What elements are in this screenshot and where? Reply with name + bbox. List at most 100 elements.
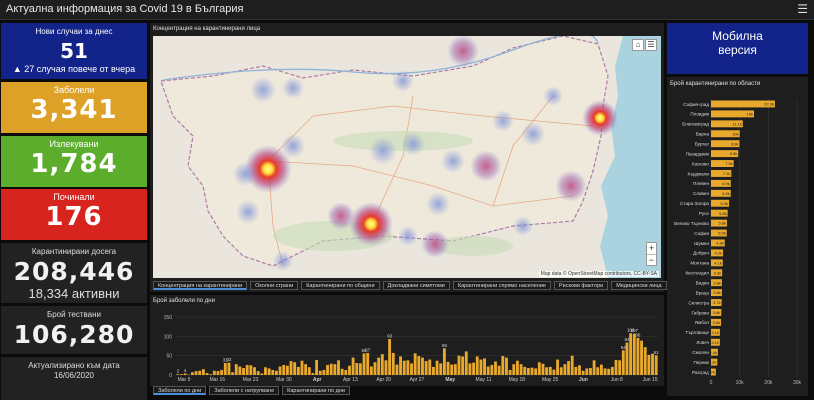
daily-bar[interactable] (191, 372, 194, 375)
daily-bar[interactable] (578, 365, 581, 375)
daily-bar[interactable] (318, 370, 322, 375)
daily-bar[interactable] (625, 342, 629, 375)
daily-bar[interactable] (574, 366, 578, 375)
daily-bar[interactable] (227, 362, 231, 375)
daily-bar[interactable] (621, 350, 625, 375)
zoom-out-button[interactable]: − (647, 254, 656, 265)
daily-bar[interactable] (296, 366, 300, 375)
daily-bar[interactable] (599, 364, 603, 375)
daily-bar[interactable] (395, 364, 399, 375)
daily-bar[interactable] (311, 373, 315, 375)
daily-bar[interactable] (289, 361, 293, 375)
daily-bar[interactable] (278, 366, 282, 375)
daily-bar[interactable] (256, 371, 260, 375)
daily-bar[interactable] (464, 351, 468, 375)
daily-bar[interactable] (654, 355, 658, 375)
daily-bar[interactable] (483, 358, 486, 375)
daily-bar[interactable] (424, 361, 428, 375)
daily-bar[interactable] (220, 369, 224, 375)
daily-bar[interactable] (391, 352, 395, 375)
daily-bar[interactable] (205, 373, 209, 375)
daily-bar[interactable] (380, 354, 384, 375)
daily-bar[interactable] (417, 356, 421, 375)
daily-bar[interactable] (388, 339, 392, 375)
daily-bar[interactable] (589, 368, 592, 375)
daily-bar[interactable] (369, 366, 373, 375)
daily-bar[interactable] (552, 369, 556, 375)
daily-bar[interactable] (304, 364, 308, 375)
daily-bar[interactable] (274, 370, 278, 375)
daily-bar[interactable] (651, 353, 654, 375)
daily-bar[interactable] (348, 365, 351, 375)
daily-bar[interactable] (223, 363, 227, 375)
daily-bar[interactable] (453, 364, 457, 375)
daily-bar[interactable] (501, 356, 505, 375)
daily-bar[interactable] (267, 368, 271, 375)
daily-bar[interactable] (340, 368, 344, 375)
daily-bar[interactable] (548, 366, 552, 375)
daily-bar[interactable] (512, 364, 516, 375)
daily-bar[interactable] (537, 362, 541, 375)
daily-bar[interactable] (479, 359, 483, 375)
daily-bar[interactable] (362, 353, 366, 375)
daily-bar[interactable] (351, 357, 355, 375)
daily-bar[interactable] (231, 372, 235, 375)
daily-bar[interactable] (636, 337, 640, 375)
tab-symptoms[interactable]: Докладвани симптоми (382, 281, 450, 290)
daily-bar[interactable] (442, 348, 446, 375)
daily-bar[interactable] (508, 369, 512, 375)
daily-bar[interactable] (570, 355, 574, 375)
daily-bar[interactable] (355, 363, 359, 375)
daily-bar[interactable] (253, 367, 256, 375)
daily-bar[interactable] (643, 347, 647, 375)
daily-bar[interactable] (567, 361, 570, 375)
daily-bar[interactable] (596, 367, 600, 375)
daily-bar[interactable] (264, 367, 267, 375)
daily-bar[interactable] (523, 366, 527, 375)
daily-bar[interactable] (472, 362, 476, 375)
daily-bar[interactable] (559, 367, 563, 375)
daily-bar[interactable] (592, 360, 596, 375)
daily-bar[interactable] (647, 354, 651, 375)
heat-map[interactable]: ⌂ ☰ + − Map data © OpenStreetMap contrib… (153, 36, 661, 278)
daily-bar[interactable] (581, 370, 585, 375)
daily-bar[interactable] (300, 360, 304, 375)
list-icon[interactable]: ☰ (645, 39, 657, 51)
daily-bar[interactable] (249, 365, 253, 375)
daily-bar[interactable] (603, 368, 607, 375)
tab-neighbors[interactable]: Околни страни (250, 281, 299, 290)
daily-bar[interactable] (260, 373, 264, 375)
daily-bar[interactable] (519, 364, 523, 375)
daily-bar[interactable] (585, 368, 589, 375)
daily-bar[interactable] (556, 359, 560, 375)
tab-quarantined-daily[interactable]: Карантинирани по дни (282, 386, 350, 395)
daily-bar[interactable] (629, 333, 633, 375)
daily-bar[interactable] (563, 364, 567, 375)
daily-bar[interactable] (377, 357, 381, 375)
daily-bar[interactable] (212, 370, 216, 375)
daily-bar[interactable] (468, 363, 472, 375)
daily-bar[interactable] (640, 340, 643, 375)
daily-bar[interactable] (402, 360, 406, 375)
daily-bar[interactable] (333, 364, 337, 375)
daily-bar[interactable] (358, 363, 362, 375)
daily-bar[interactable] (216, 371, 220, 375)
daily-bar[interactable] (475, 356, 479, 375)
daily-bar[interactable] (632, 333, 636, 375)
daily-bar[interactable] (410, 363, 413, 375)
daily-bar[interactable] (242, 368, 245, 375)
daily-bar[interactable] (366, 352, 370, 375)
daily-bar[interactable] (293, 362, 297, 375)
daily-bar[interactable] (234, 364, 238, 375)
daily-bar[interactable] (180, 374, 183, 375)
daily-bar[interactable] (183, 373, 187, 375)
daily-bar[interactable] (285, 365, 289, 375)
daily-bar[interactable] (322, 369, 326, 375)
daily-bar[interactable] (282, 364, 286, 375)
daily-bar[interactable] (413, 353, 417, 375)
daily-bar[interactable] (490, 364, 494, 375)
tab-medics[interactable]: Медицински лица (611, 281, 667, 290)
daily-bar[interactable] (457, 355, 461, 375)
daily-bar[interactable] (344, 369, 348, 375)
daily-bar[interactable] (329, 363, 333, 375)
